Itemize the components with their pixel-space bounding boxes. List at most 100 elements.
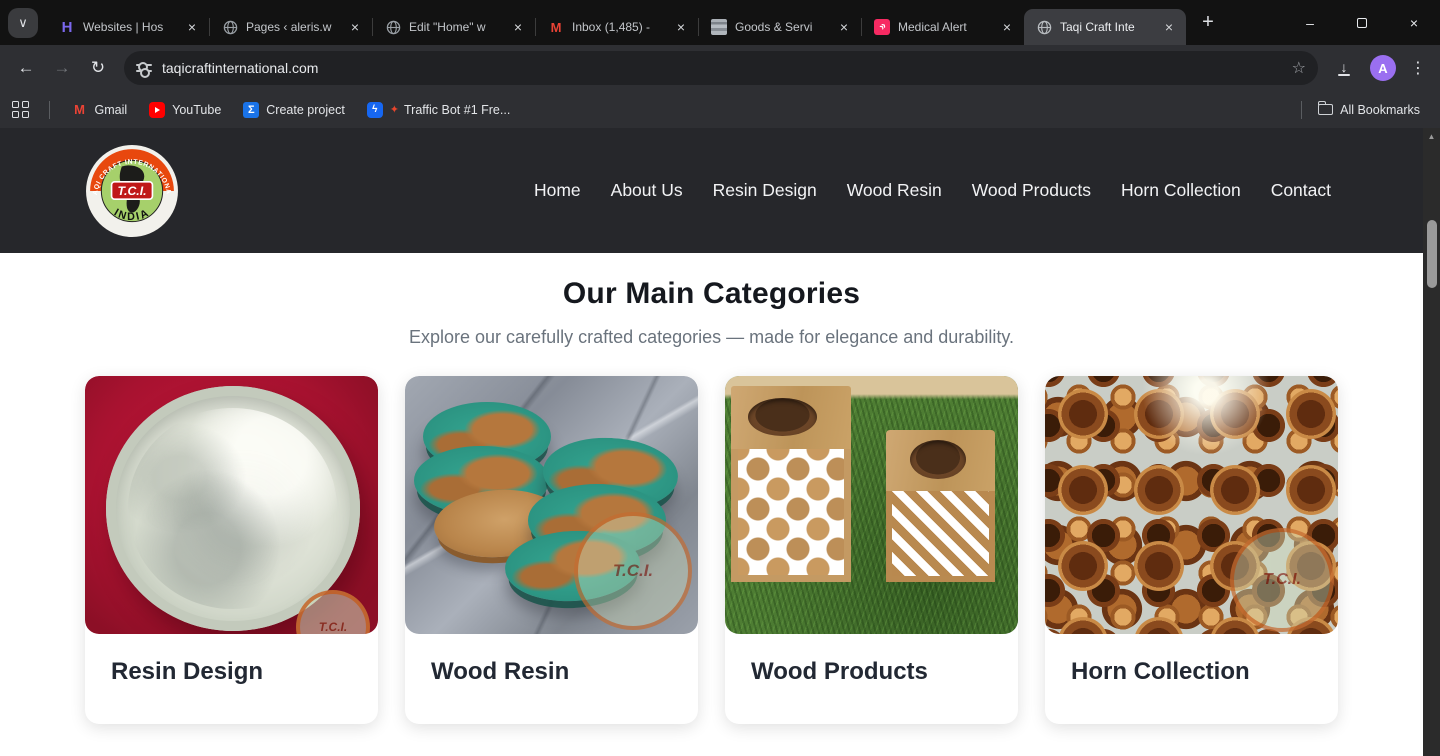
tab-close-icon[interactable]: × xyxy=(672,18,690,36)
wood-products-image xyxy=(725,376,1018,634)
tab-inbox[interactable]: M Inbox (1,485) - × xyxy=(536,9,698,45)
site-nav: Home About Us Resin Design Wood Resin Wo… xyxy=(534,180,1331,201)
new-tab-button[interactable]: + xyxy=(1194,8,1222,36)
nav-horn-collection[interactable]: Horn Collection xyxy=(1121,180,1241,201)
gmail-icon: M xyxy=(72,102,88,118)
address-bar[interactable]: taqicraftinternational.com ☆ xyxy=(124,51,1318,85)
page-subtitle: Explore our carefully crafted categories… xyxy=(0,327,1423,348)
tab-close-icon[interactable]: × xyxy=(509,18,527,36)
category-cards: T.C.I. Resin Design T.C.I. xyxy=(0,348,1423,724)
resin-design-image: T.C.I. xyxy=(85,376,378,634)
nav-contact[interactable]: Contact xyxy=(1271,180,1331,201)
profile-avatar[interactable]: A xyxy=(1370,55,1396,81)
downloads-button[interactable]: ↓ xyxy=(1328,61,1360,76)
browser-menu-button[interactable]: ⋮ xyxy=(1406,58,1430,78)
reload-button[interactable]: ↻ xyxy=(82,52,114,84)
tci-logo[interactable]: T.C.I. TAQI CRAFT INTERNATIONAL INDIA xyxy=(85,144,179,238)
bookmarks-separator xyxy=(49,101,50,119)
tab-label: Edit "Home" w xyxy=(409,20,501,34)
bookmark-label: YouTube xyxy=(172,103,221,117)
tab-strip: ∨ H Websites | Hos × Pages ‹ aleris.w × … xyxy=(0,0,1440,45)
maximize-icon xyxy=(1357,18,1367,28)
nav-home[interactable]: Home xyxy=(534,180,581,201)
scrollbar-up-arrow[interactable]: ▲ xyxy=(1423,132,1440,141)
watermark-logo: T.C.I. xyxy=(574,512,692,630)
all-bookmarks-label: All Bookmarks xyxy=(1340,103,1420,117)
emblem-icon xyxy=(711,19,727,35)
site-header: T.C.I. TAQI CRAFT INTERNATIONAL INDIA Ho… xyxy=(0,128,1423,253)
tab-pages[interactable]: Pages ‹ aleris.w × xyxy=(210,9,372,45)
web-page: T.C.I. TAQI CRAFT INTERNATIONAL INDIA Ho… xyxy=(0,128,1423,756)
scrollbar-thumb[interactable] xyxy=(1427,220,1437,288)
nav-resin-design[interactable]: Resin Design xyxy=(713,180,817,201)
card-title: Horn Collection xyxy=(1045,634,1338,686)
tab-close-icon[interactable]: × xyxy=(1160,18,1178,36)
youtube-icon xyxy=(149,102,165,118)
page-title: Our Main Categories xyxy=(0,277,1423,311)
bookmark-create-project[interactable]: Σ Create project xyxy=(235,98,353,122)
tab-search-button[interactable]: ∨ xyxy=(8,8,38,38)
window-controls: – × xyxy=(1284,0,1440,45)
bookmark-label: Create project xyxy=(266,103,345,117)
candle-holder-graphic xyxy=(731,386,851,582)
all-bookmarks-area: All Bookmarks xyxy=(1293,99,1428,121)
hostinger-icon: H xyxy=(59,19,75,35)
browser-window: ∨ H Websites | Hos × Pages ‹ aleris.w × … xyxy=(0,0,1440,756)
minimize-button[interactable]: – xyxy=(1284,0,1336,45)
main-content: Our Main Categories Explore our carefull… xyxy=(0,253,1423,756)
card-wood-products[interactable]: Wood Products xyxy=(725,376,1018,724)
bookmark-gmail[interactable]: M Gmail xyxy=(64,98,136,122)
tab-label: Pages ‹ aleris.w xyxy=(246,20,338,34)
close-window-button[interactable]: × xyxy=(1388,0,1440,45)
tab-label: Medical Alert xyxy=(898,20,990,34)
folder-icon xyxy=(1318,104,1333,115)
download-arrow-icon: ↓ xyxy=(1341,61,1348,73)
chevron-down-icon: ∨ xyxy=(18,15,28,31)
tab-close-icon[interactable]: × xyxy=(998,18,1016,36)
bookmark-label: Traffic Bot #1 Fre... xyxy=(404,103,510,117)
horn-collection-image: T.C.I. xyxy=(1045,376,1338,634)
back-button[interactable]: ← xyxy=(10,52,42,84)
tab-label: Websites | Hos xyxy=(83,20,175,34)
tab-taqi-craft-active[interactable]: Taqi Craft Inte × xyxy=(1024,9,1186,45)
tab-websites[interactable]: H Websites | Hos × xyxy=(47,9,209,45)
tab-close-icon[interactable]: × xyxy=(835,18,853,36)
globe-icon xyxy=(1036,19,1052,35)
tab-close-icon[interactable]: × xyxy=(346,18,364,36)
tab-label: Goods & Servi xyxy=(735,20,827,34)
globe-icon xyxy=(222,19,238,35)
broadcast-icon: » xyxy=(874,19,890,35)
sigma-icon: Σ xyxy=(243,102,259,118)
tab-close-icon[interactable]: × xyxy=(183,18,201,36)
nav-about-us[interactable]: About Us xyxy=(611,180,683,201)
download-tray-icon xyxy=(1338,74,1350,76)
card-resin-design[interactable]: T.C.I. Resin Design xyxy=(85,376,378,724)
bookmark-traffic-bot[interactable]: ϟ ✦ Traffic Bot #1 Fre... xyxy=(359,98,519,122)
nav-wood-resin[interactable]: Wood Resin xyxy=(847,180,942,201)
tab-edit-home[interactable]: Edit "Home" w × xyxy=(373,9,535,45)
forward-button[interactable]: → xyxy=(46,52,78,84)
bookmarks-separator xyxy=(1301,101,1302,119)
tab-medical-alert[interactable]: » Medical Alert × xyxy=(862,9,1024,45)
bookmark-label: Gmail xyxy=(95,103,128,117)
site-settings-icon[interactable] xyxy=(136,64,152,72)
card-wood-resin[interactable]: T.C.I. Wood Resin xyxy=(405,376,698,724)
all-bookmarks-button[interactable]: All Bookmarks xyxy=(1310,99,1428,121)
candle-holder-graphic xyxy=(886,430,994,582)
gmail-icon: M xyxy=(548,19,564,35)
tab-label: Inbox (1,485) - xyxy=(572,20,664,34)
watermark-logo: T.C.I. xyxy=(1230,528,1334,632)
bookmarks-bar: M Gmail YouTube Σ Create project ϟ ✦ Tra… xyxy=(0,91,1440,128)
wood-resin-image: T.C.I. xyxy=(405,376,698,634)
maximize-button[interactable] xyxy=(1336,0,1388,45)
url-text[interactable]: taqicraftinternational.com xyxy=(162,60,1282,76)
apps-grid-icon[interactable] xyxy=(12,101,29,118)
card-horn-collection[interactable]: T.C.I. Horn Collection xyxy=(1045,376,1338,724)
nav-wood-products[interactable]: Wood Products xyxy=(972,180,1091,201)
globe-icon xyxy=(385,19,401,35)
tab-goods-services[interactable]: Goods & Servi × xyxy=(699,9,861,45)
page-scrollbar[interactable]: ▲ xyxy=(1423,128,1440,756)
bookmark-star-icon[interactable]: ☆ xyxy=(1292,58,1306,78)
bookmark-youtube[interactable]: YouTube xyxy=(141,98,229,122)
card-title: Wood Products xyxy=(725,634,1018,686)
